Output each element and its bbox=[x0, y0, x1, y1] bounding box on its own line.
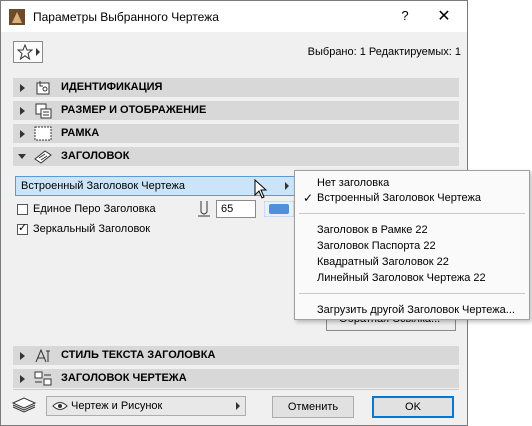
pen-number-field[interactable]: 65 bbox=[216, 200, 256, 218]
expand-arrow-icon bbox=[20, 352, 25, 360]
menu-item-none[interactable]: Нет заголовка bbox=[317, 177, 389, 189]
section-label: ЗАГОЛОВОК bbox=[61, 150, 130, 162]
menu-item-linear-title[interactable]: Линейный Заголовок Чертежа 22 bbox=[317, 272, 486, 284]
checkmark-icon: ✓ bbox=[18, 222, 28, 234]
section-title-text-style[interactable]: СТИЛЬ ТЕКСТА ЗАГОЛОВКА bbox=[13, 346, 459, 365]
help-button[interactable]: ? bbox=[395, 8, 415, 26]
favorites-arrow-icon bbox=[36, 48, 40, 56]
frame-icon bbox=[34, 126, 52, 141]
section-frame[interactable]: РАМКА bbox=[13, 124, 459, 143]
title-icon bbox=[34, 150, 52, 164]
mouse-cursor-icon bbox=[254, 179, 268, 199]
selection-status: Выбрано: 1 Редактируемых: 1 bbox=[307, 46, 461, 58]
title-type-value: Встроенный Заголовок Чертежа bbox=[21, 180, 185, 192]
uniform-pen-checkbox[interactable] bbox=[17, 204, 28, 215]
window-title: Параметры Выбранного Чертежа bbox=[33, 10, 219, 24]
menu-divider bbox=[299, 293, 525, 294]
text-style-icon bbox=[35, 348, 50, 363]
footer-divider bbox=[13, 389, 459, 390]
menu-item-frame-title[interactable]: Заголовок в Рамке 22 bbox=[317, 224, 428, 236]
drawing-title-icon bbox=[34, 371, 52, 386]
section-identification[interactable]: ИДЕНТИФИКАЦИЯ bbox=[13, 78, 459, 97]
chevron-right-icon bbox=[236, 402, 240, 410]
menu-item-square-title[interactable]: Квадратный Заголовок 22 bbox=[317, 256, 449, 268]
section-drawing-title[interactable]: ЗАГОЛОВОК ЧЕРТЕЖА bbox=[13, 369, 459, 388]
size-display-icon bbox=[35, 103, 52, 119]
section-label: СТИЛЬ ТЕКСТА ЗАГОЛОВКА bbox=[61, 349, 216, 361]
title-type-menu: Нет заголовка ✓ Встроенный Заголовок Чер… bbox=[294, 170, 530, 320]
cancel-button[interactable]: Отменить bbox=[272, 396, 354, 418]
pen-color-swatch[interactable] bbox=[264, 201, 294, 217]
menu-divider bbox=[299, 213, 525, 214]
eye-icon bbox=[52, 402, 68, 410]
expand-arrow-icon bbox=[20, 130, 25, 138]
title-bar: Параметры Выбранного Чертежа ? ✕ bbox=[1, 1, 467, 32]
uniform-pen-label: Единое Перо Заголовка bbox=[33, 203, 156, 215]
collapse-arrow-icon bbox=[18, 154, 26, 159]
section-label: ЗАГОЛОВОК ЧЕРТЕЖА bbox=[61, 372, 187, 384]
view-select-dropdown[interactable]: Чертеж и Рисунок bbox=[46, 396, 246, 416]
section-title[interactable]: ЗАГОЛОВОК bbox=[13, 147, 459, 166]
ok-button[interactable]: OK bbox=[372, 396, 454, 418]
view-select-value: Чертеж и Рисунок bbox=[71, 400, 163, 412]
menu-item-builtin[interactable]: Встроенный Заголовок Чертежа bbox=[317, 192, 481, 204]
checkmark-icon: ✓ bbox=[303, 191, 314, 205]
app-icon bbox=[9, 9, 25, 25]
section-size-display[interactable]: РАЗМЕР И ОТОБРАЖЕНИЕ bbox=[13, 101, 459, 120]
title-type-dropdown[interactable]: Встроенный Заголовок Чертежа bbox=[15, 176, 295, 196]
mirrored-title-label: Зеркальный Заголовок bbox=[33, 223, 151, 235]
section-label: ИДЕНТИФИКАЦИЯ bbox=[61, 81, 163, 93]
expand-arrow-icon bbox=[20, 375, 25, 383]
section-label: РАМКА bbox=[61, 127, 100, 139]
menu-item-load-other[interactable]: Загрузить другой Заголовок Чертежа... bbox=[317, 304, 515, 316]
pen-icon bbox=[198, 201, 210, 217]
expand-arrow-icon bbox=[20, 84, 25, 92]
chevron-right-icon bbox=[285, 182, 289, 190]
identification-icon bbox=[36, 81, 50, 95]
menu-item-passport-title[interactable]: Заголовок Паспорта 22 bbox=[317, 240, 436, 252]
star-icon bbox=[17, 44, 33, 60]
layers-icon bbox=[11, 397, 37, 413]
mirrored-title-checkbox[interactable]: ✓ bbox=[17, 222, 28, 235]
expand-arrow-icon bbox=[20, 107, 25, 115]
close-button[interactable]: ✕ bbox=[433, 6, 455, 28]
section-label: РАЗМЕР И ОТОБРАЖЕНИЕ bbox=[61, 104, 207, 116]
favorites-button[interactable] bbox=[13, 41, 43, 63]
